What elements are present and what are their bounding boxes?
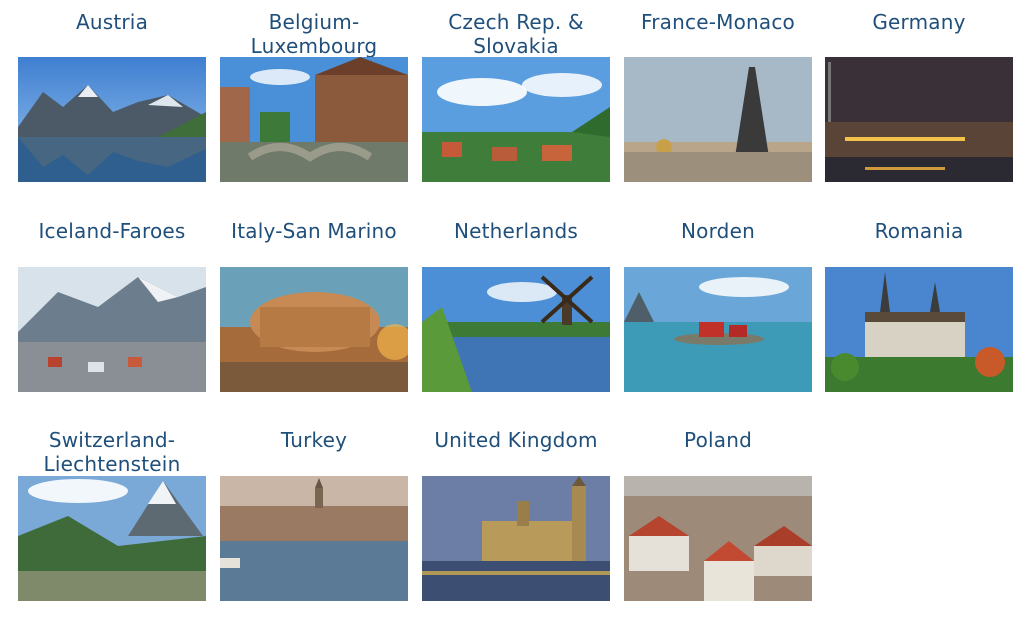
destination-title[interactable]: Iceland-Faroes [4, 219, 220, 243]
destination-title[interactable]: Romania [811, 219, 1024, 243]
windmill-photo[interactable] [422, 267, 610, 392]
polish-old-town-photo[interactable] [624, 476, 812, 601]
istanbul-skyline-photo[interactable] [220, 476, 408, 601]
destination-title[interactable]: Italy-San Marino [206, 219, 422, 243]
colosseum-photo[interactable] [220, 267, 408, 392]
iceland-town-photo[interactable] [18, 267, 206, 392]
destination-grid: Austria Belgium- Luxembourg Czech Rep. &… [0, 0, 1024, 636]
germany-night-city-photo[interactable] [825, 57, 1013, 182]
eiffel-tower-photo[interactable] [624, 57, 812, 182]
destination-title[interactable]: Turkey [206, 428, 422, 452]
matterhorn-photo[interactable] [18, 476, 206, 601]
destination-title[interactable]: France-Monaco [610, 10, 826, 34]
big-ben-photo[interactable] [422, 476, 610, 601]
destination-title[interactable]: Netherlands [408, 219, 624, 243]
peles-castle-photo[interactable] [825, 267, 1013, 392]
destination-title[interactable]: Austria [4, 10, 220, 34]
destination-title[interactable]: Switzerland- Liechtenstein [4, 428, 220, 476]
belgium-bridge-photo[interactable] [220, 57, 408, 182]
destination-title[interactable]: Czech Rep. & Slovakia [408, 10, 624, 58]
destination-title[interactable]: Norden [610, 219, 826, 243]
destination-title[interactable]: Belgium- Luxembourg [206, 10, 422, 58]
destination-title[interactable]: Poland [610, 428, 826, 452]
czech-city-photo[interactable] [422, 57, 610, 182]
destination-title[interactable]: United Kingdom [408, 428, 624, 452]
austria-alpine-lake-photo[interactable] [18, 57, 206, 182]
nordic-red-houses-photo[interactable] [624, 267, 812, 392]
destination-title[interactable]: Germany [811, 10, 1024, 34]
